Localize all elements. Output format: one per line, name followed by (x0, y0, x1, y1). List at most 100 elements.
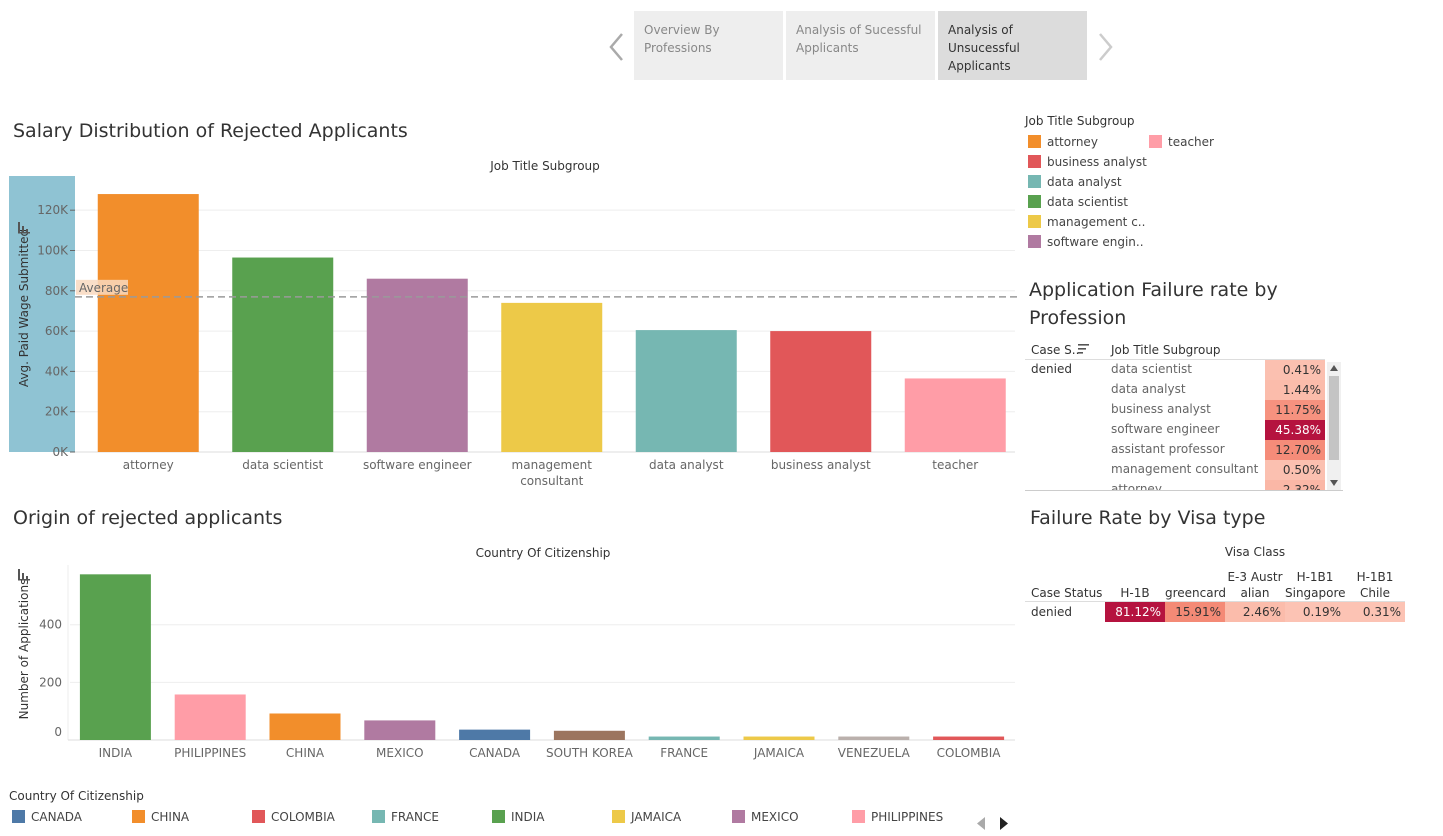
legend-label: data analyst (1047, 175, 1122, 189)
origin-bar[interactable] (269, 713, 341, 740)
job-legend-item[interactable]: management c.. (1028, 214, 1145, 230)
legend-swatch (492, 810, 505, 823)
origin-category-label: MEXICO (376, 746, 424, 760)
visa-failure-cell[interactable]: 0.19% (1285, 602, 1345, 622)
scroll-down-icon[interactable] (1330, 480, 1338, 486)
job-title-cell: business analyst (1111, 402, 1211, 416)
y-tick-label: 80K (45, 284, 69, 298)
country-legend-item[interactable]: CHINA (132, 809, 189, 825)
visa-failure-cell[interactable]: 2.46% (1225, 602, 1285, 622)
failure-profession-row[interactable]: data scientist 0.41% (1025, 360, 1327, 380)
visa-col-header-line1 (1105, 569, 1165, 585)
job-legend-item[interactable]: attorney (1028, 134, 1098, 150)
country-legend-item[interactable]: JAMAICA (612, 809, 681, 825)
origin-bar[interactable] (743, 736, 815, 740)
country-legend-item[interactable]: CANADA (12, 809, 82, 825)
job-legend-item[interactable]: business analyst (1028, 154, 1147, 170)
failure-profession-row[interactable]: attorney 2.32% (1025, 480, 1327, 490)
job-title-cell: software engineer (1111, 422, 1220, 436)
origin-bar[interactable] (459, 729, 531, 740)
country-legend-item[interactable]: PHILIPPINES (852, 809, 943, 825)
job-legend-item[interactable]: software engin.. (1028, 234, 1144, 250)
failure-rate-cell: 0.50% (1265, 460, 1325, 480)
job-legend-item[interactable]: data scientist (1028, 194, 1128, 210)
failure-profession-title-line2: Profession (1029, 307, 1127, 329)
origin-bar[interactable] (838, 736, 910, 740)
job-title-cell: attorney (1111, 482, 1162, 490)
visa-failure-cell[interactable]: 0.31% (1345, 602, 1405, 622)
failure-profession-row[interactable]: software engineer 45.38% (1025, 420, 1327, 440)
legend-label: FRANCE (391, 810, 439, 824)
salary-bar[interactable] (770, 331, 872, 452)
y-tick-label: 200 (39, 675, 62, 689)
job-legend-item[interactable]: teacher (1149, 134, 1214, 150)
y-tick-label: 60K (45, 324, 69, 338)
salary-category-label: teacher (932, 458, 978, 472)
legend-label: INDIA (511, 810, 545, 824)
salary-bar[interactable] (97, 194, 199, 452)
scrollbar-thumb[interactable] (1329, 376, 1339, 460)
axis-sort-icon[interactable] (18, 222, 32, 234)
salary-bar[interactable] (366, 278, 468, 452)
failure-profession-row[interactable]: data analyst 1.44% (1025, 380, 1327, 400)
country-legend-item[interactable]: MEXICO (732, 809, 799, 825)
col-header-case-status: Case S.. (1031, 343, 1080, 357)
country-legend-item[interactable]: INDIA (492, 809, 545, 825)
legend-label: teacher (1168, 135, 1214, 149)
salary-bar[interactable] (501, 302, 603, 452)
legend-prev-icon[interactable] (976, 817, 986, 831)
failure-profession-table[interactable]: data scientist 0.41% data analyst 1.44% busi… (1025, 360, 1341, 490)
failure-profession-title: Application Failure rate by Profession (1029, 276, 1278, 332)
y-tick-label: 40K (45, 364, 69, 378)
job-legend-item[interactable]: data analyst (1028, 174, 1122, 190)
visa-failure-cell[interactable]: 81.12% (1105, 602, 1165, 622)
failure-rate-cell: 0.41% (1265, 360, 1325, 380)
visa-col-header: H-1B (1105, 569, 1165, 601)
failure-profession-row[interactable]: management consultant 0.50% (1025, 460, 1327, 480)
legend-swatch (1028, 235, 1041, 248)
salary-bar[interactable] (232, 257, 334, 452)
country-legend-item[interactable]: FRANCE (372, 809, 439, 825)
story-tab-2[interactable]: Analysis of Sucessful Applicants (786, 11, 935, 80)
country-legend-item[interactable]: COLOMBIA (252, 809, 335, 825)
failure-rate-cell: 11.75% (1265, 400, 1325, 420)
legend-swatch (372, 810, 385, 823)
legend-next-icon[interactable] (999, 817, 1009, 831)
salary-bar[interactable] (635, 330, 737, 452)
legend-swatch (612, 810, 625, 823)
legend-swatch (1149, 135, 1162, 148)
origin-chart-header: Country Of Citizenship (475, 546, 611, 560)
origin-bar[interactable] (174, 694, 246, 740)
origin-chart: 0 200 400 INDIA PHILIPPINES CHINA MEXICO CANADA… (39, 565, 1015, 760)
scrollbar-track[interactable] (1327, 362, 1341, 490)
origin-bar[interactable] (933, 736, 1005, 740)
origin-category-label: PHILIPPINES (174, 746, 246, 760)
visa-col-header-line1: E-3 Austr (1227, 570, 1283, 584)
y-tick-label: 0 (54, 725, 62, 739)
story-next-icon[interactable] (1093, 30, 1117, 64)
visa-col-header-line1: H-1B1 (1356, 570, 1394, 584)
story-prev-icon[interactable] (605, 30, 629, 64)
salary-chart-title: Salary Distribution of Rejected Applican… (13, 120, 408, 142)
axis-sort-icon[interactable] (18, 569, 32, 581)
origin-bar[interactable] (364, 720, 436, 740)
origin-bar[interactable] (553, 730, 625, 740)
failure-profession-title-line1: Application Failure rate by (1029, 279, 1278, 301)
origin-category-label: INDIA (99, 746, 133, 760)
visa-col-header-line2: Chile (1359, 586, 1391, 600)
sort-icon[interactable] (1078, 344, 1090, 355)
story-tab-3[interactable]: Analysis of Unsucessful Applicants (938, 11, 1087, 80)
salary-chart-header: Job Title Subgroup (490, 159, 600, 173)
salary-bar[interactable] (904, 378, 1006, 452)
visa-col-header-line1 (1165, 569, 1225, 585)
failure-profession-row[interactable]: assistant professor 12.70% (1025, 440, 1327, 460)
origin-bar[interactable] (648, 736, 720, 740)
origin-bar[interactable] (79, 574, 151, 740)
scroll-up-icon[interactable] (1330, 365, 1338, 371)
salary-category-label: management consultant (512, 458, 593, 488)
story-tab-1[interactable]: Overview By Professions (634, 11, 783, 80)
visa-failure-cell[interactable]: 15.91% (1165, 602, 1225, 622)
failure-profession-row[interactable]: business analyst 11.75% (1025, 400, 1327, 420)
y-tick-label: 120K (37, 203, 69, 217)
origin-category-label: JAMAICA (753, 746, 805, 760)
